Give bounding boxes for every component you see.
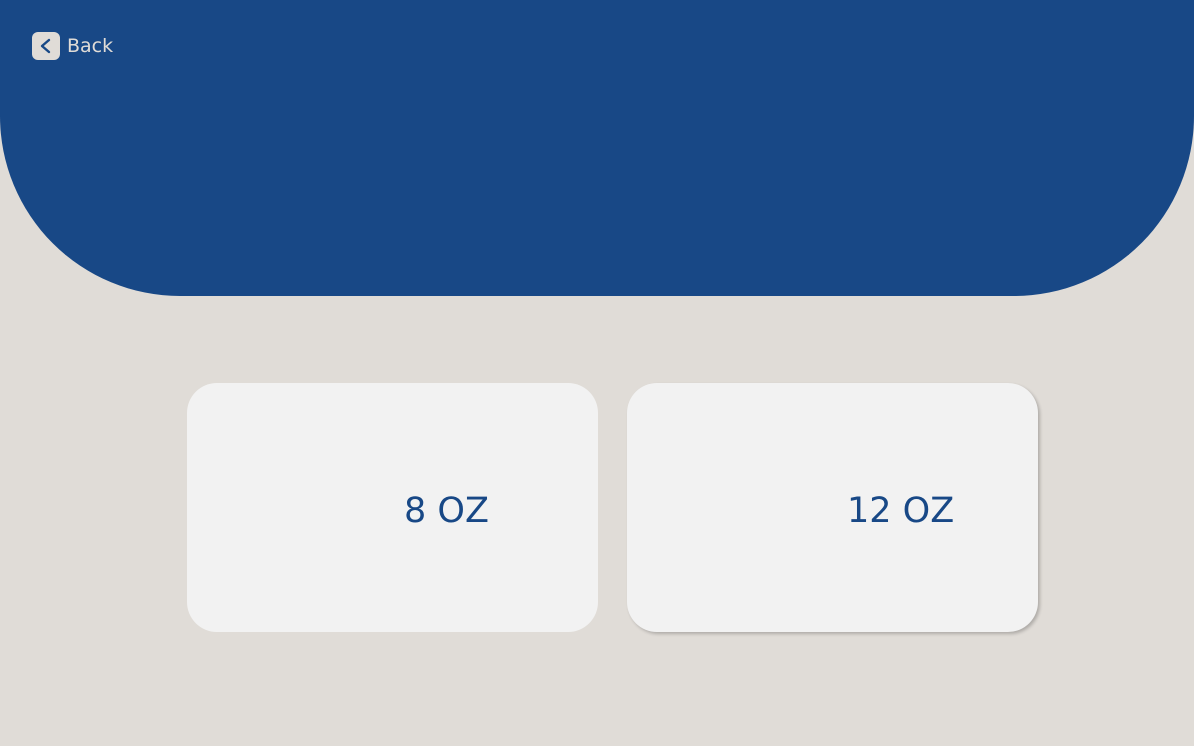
back-label: Back (67, 35, 114, 57)
header-banner: Back (0, 0, 1194, 296)
back-button[interactable]: Back (32, 32, 113, 60)
size-option-label: 12 OZ (847, 491, 955, 531)
size-option-12-oz[interactable]: 12 OZ (627, 383, 1038, 632)
size-option-label: 8 OZ (404, 491, 489, 531)
chevron-left-icon (32, 32, 60, 60)
size-option-8-oz[interactable]: 8 OZ (187, 383, 598, 632)
